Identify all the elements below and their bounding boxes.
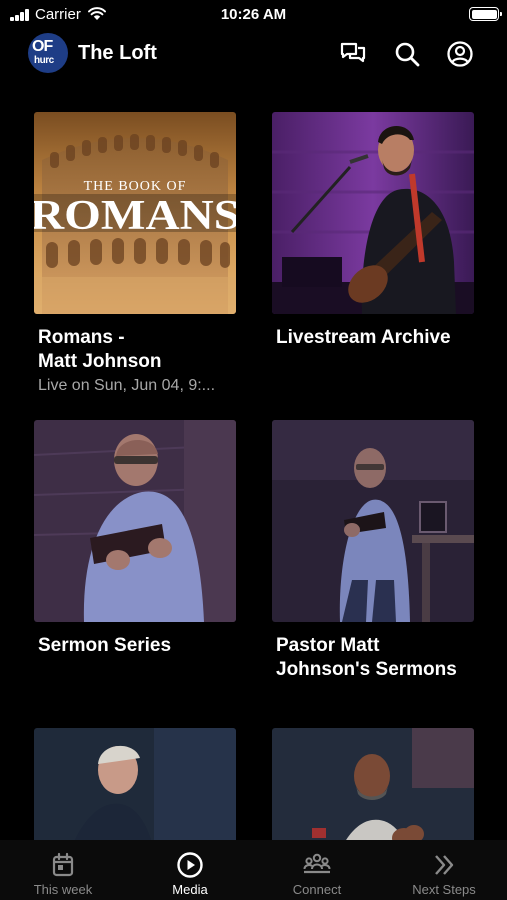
tab-label: Media	[172, 882, 208, 897]
tab-this-week[interactable]: This week	[0, 840, 126, 900]
church-logo: OF hurc	[28, 33, 68, 73]
card-title-line2: Johnson's Sermons	[276, 659, 457, 680]
tab-bar: This week Media Connect Next Steps	[0, 840, 507, 900]
pastor-reading-photo	[34, 420, 236, 622]
speaker-photo	[34, 728, 236, 840]
media-card-partial-right[interactable]	[272, 728, 474, 840]
logo-text-bottom: hurc	[34, 55, 54, 66]
media-card-romans[interactable]: THE BOOK OF ROMANS Romans - Matt Johnson…	[34, 112, 236, 397]
media-card-partial-left[interactable]	[34, 728, 236, 840]
tab-label: This week	[33, 882, 93, 897]
card-subtitle: Live on Sun, Jun 04, 9:...	[38, 377, 216, 394]
guitarist-photo	[272, 112, 474, 314]
media-thumbnail	[34, 728, 236, 840]
media-grid: THE BOOK OF ROMANS Romans - Matt Johnson…	[34, 112, 474, 840]
pastor-preaching-photo	[272, 420, 474, 622]
card-title-line1: Sermon Series	[38, 635, 172, 656]
people-group-icon	[303, 853, 331, 874]
media-card-livestream-archive[interactable]: Livestream Archive	[272, 112, 474, 350]
app-header: OF hurc The Loft	[0, 30, 507, 76]
media-thumbnail	[34, 420, 236, 622]
media-card-pastor-sermons[interactable]: Pastor Matt Johnson's Sermons	[272, 420, 474, 682]
card-title-line1: Romans -	[38, 327, 125, 348]
search-icon[interactable]	[393, 40, 421, 68]
status-time: 10:26 AM	[220, 6, 287, 23]
profile-icon[interactable]	[446, 40, 474, 68]
media-card-sermon-series[interactable]: Sermon Series	[34, 420, 236, 658]
card-title-line1: Pastor Matt	[276, 635, 380, 656]
card-title-line2: Matt Johnson	[38, 351, 162, 372]
tab-media[interactable]: Media	[127, 840, 253, 900]
card-title-line1: Livestream Archive	[276, 327, 451, 348]
media-thumbnail	[272, 112, 474, 314]
page-title: The Loft	[78, 42, 157, 64]
artwork-subtitle: THE BOOK OF	[84, 179, 187, 194]
play-circle-icon	[177, 852, 203, 878]
tab-label: Next Steps	[412, 882, 476, 897]
status-bar: Carrier 10:26 AM	[0, 0, 507, 30]
tab-label: Connect	[292, 882, 342, 897]
media-thumbnail	[272, 728, 474, 840]
romans-artwork: THE BOOK OF ROMANS	[34, 112, 236, 314]
chat-icon[interactable]	[339, 40, 367, 68]
double-chevron-right-icon	[435, 855, 454, 875]
media-thumbnail: THE BOOK OF ROMANS	[34, 112, 236, 314]
battery-icon	[469, 7, 502, 21]
tab-next-steps[interactable]: Next Steps	[381, 840, 507, 900]
calendar-icon	[52, 852, 74, 877]
speaker-clapping-photo	[272, 728, 474, 840]
media-thumbnail	[272, 420, 474, 622]
tab-connect[interactable]: Connect	[254, 840, 380, 900]
logo-text-top: OF	[32, 38, 53, 55]
artwork-title: ROMANS	[34, 193, 236, 239]
